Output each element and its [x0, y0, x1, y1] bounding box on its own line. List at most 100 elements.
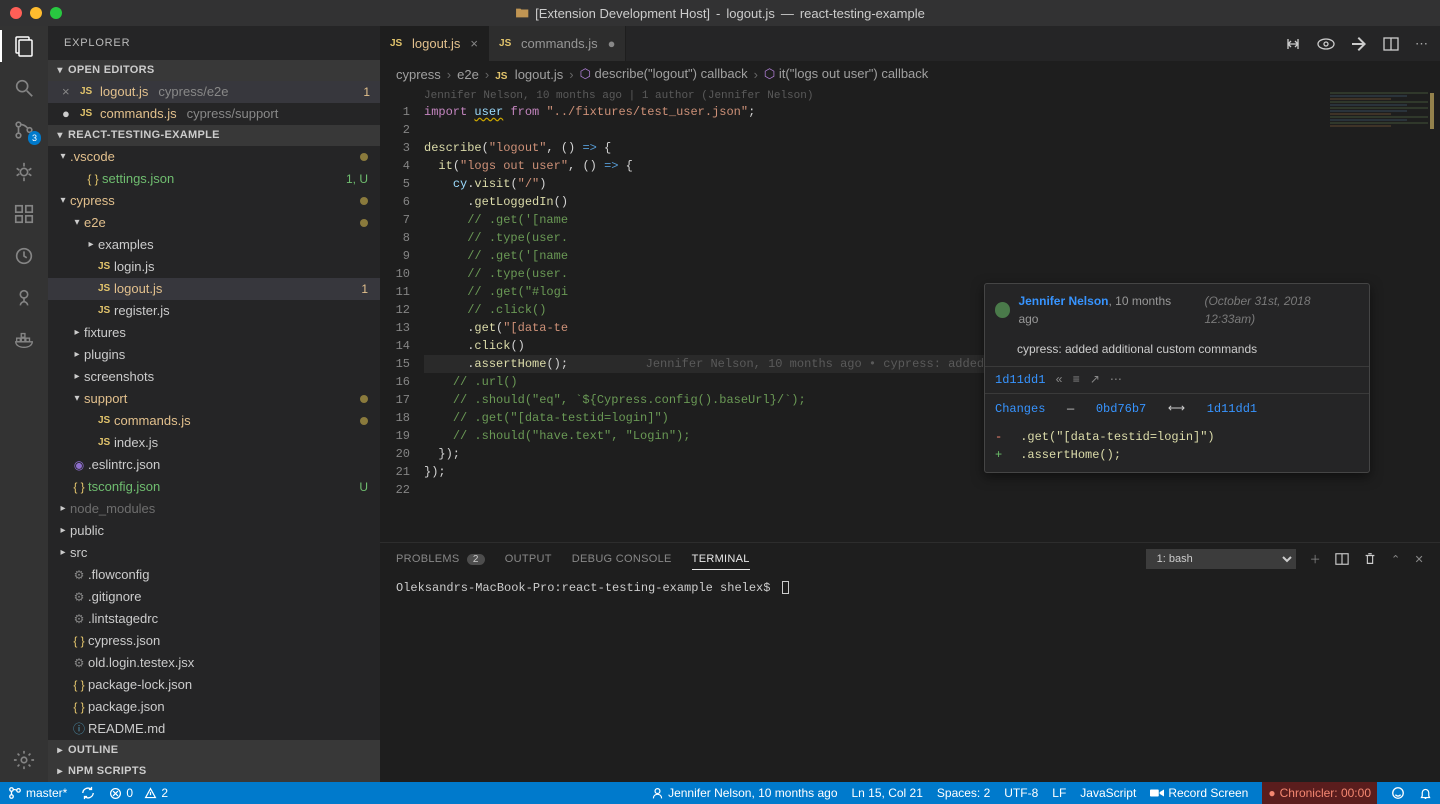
close-window[interactable]	[10, 7, 22, 19]
indentation[interactable]: Spaces: 2	[937, 786, 990, 800]
tab-problems[interactable]: PROBLEMS 2	[396, 553, 485, 565]
folder-item[interactable]: ▸screenshots	[48, 366, 380, 388]
close-icon[interactable]: ×	[62, 84, 76, 99]
code-line[interactable]	[424, 121, 1310, 139]
folder-item[interactable]: ▸src	[48, 542, 380, 564]
compare-changes-icon[interactable]	[1285, 36, 1301, 52]
file-item[interactable]: { }package.json	[48, 696, 380, 718]
folder-item[interactable]: ▾cypress	[48, 190, 380, 212]
code-line[interactable]: cy.visit("/")	[424, 175, 1310, 193]
list-icon[interactable]: ≡	[1073, 371, 1080, 389]
toggle-file-blame-icon[interactable]	[1317, 37, 1335, 51]
file-item[interactable]: JSregister.js	[48, 300, 380, 322]
tab-terminal[interactable]: TERMINAL	[692, 553, 750, 570]
breadcrumb-item[interactable]: ⬡ it("logs out user") callback	[764, 66, 928, 82]
project-header[interactable]: ▾ REACT-TESTING-EXAMPLE	[48, 125, 380, 146]
feedback-icon[interactable]	[1391, 786, 1405, 800]
minimize-window[interactable]	[30, 7, 42, 19]
file-item[interactable]: ⚙.lintstagedrc	[48, 608, 380, 630]
file-item[interactable]: JSlogin.js	[48, 256, 380, 278]
maximize-panel-icon[interactable]: ⌃	[1391, 553, 1401, 566]
commit-hash[interactable]: 1d11dd1	[995, 371, 1045, 389]
folder-item[interactable]: ▸examples	[48, 234, 380, 256]
open-editor-item[interactable]: ×JSlogout.jscypress/e2e1	[48, 81, 380, 103]
folder-item[interactable]: ▸node_modules	[48, 498, 380, 520]
file-item[interactable]: ⚙.gitignore	[48, 586, 380, 608]
cursor-position[interactable]: Ln 15, Col 21	[852, 786, 923, 800]
folder-item[interactable]: ▸public	[48, 520, 380, 542]
file-item[interactable]: ⓘREADME.md	[48, 718, 380, 740]
tab-output[interactable]: OUTPUT	[505, 553, 552, 565]
sync-icon[interactable]	[81, 786, 95, 800]
settings-icon[interactable]	[12, 748, 36, 772]
code-line[interactable]	[424, 481, 1310, 499]
file-item[interactable]: ⚙.flowconfig	[48, 564, 380, 586]
scm-icon[interactable]: 3	[12, 118, 36, 142]
folder-item[interactable]: ▸fixtures	[48, 322, 380, 344]
chronicler-status[interactable]: ● Chronicler: 00:00	[1262, 782, 1377, 804]
breadcrumb[interactable]: cypress›e2e›JS logout.js›⬡ describe("log…	[380, 61, 1440, 87]
file-item[interactable]: JScommands.js	[48, 410, 380, 432]
git-branch[interactable]: master*	[8, 786, 67, 800]
explorer-icon[interactable]	[12, 34, 36, 58]
open-changes-icon[interactable]	[1351, 36, 1367, 52]
npm-scripts-header[interactable]: ▸ NPM SCRIPTS	[48, 761, 380, 782]
tab-debug-console[interactable]: DEBUG CONSOLE	[572, 553, 672, 565]
more-actions-icon[interactable]: ⋯	[1415, 36, 1428, 52]
eol[interactable]: LF	[1052, 786, 1066, 800]
more-icon[interactable]: ⋯	[1110, 371, 1122, 389]
gitlens-icon[interactable]	[12, 286, 36, 310]
terminal-body[interactable]: Oleksandrs-MacBook-Pro:react-testing-exa…	[380, 575, 1440, 782]
maximize-window[interactable]	[50, 7, 62, 19]
blame-status[interactable]: Jennifer Nelson, 10 months ago	[651, 786, 837, 800]
extensions-icon[interactable]	[12, 202, 36, 226]
language-mode[interactable]: JavaScript	[1080, 786, 1136, 800]
terminal-selector[interactable]: 1: bash	[1146, 549, 1296, 569]
test-icon[interactable]	[12, 244, 36, 268]
folder-item[interactable]: ▾support	[48, 388, 380, 410]
new-terminal-icon[interactable]: ＋	[1310, 551, 1321, 567]
file-item[interactable]: { }tsconfig.jsonU	[48, 476, 380, 498]
split-editor-icon[interactable]	[1383, 36, 1399, 52]
breadcrumb-item[interactable]: cypress	[396, 67, 441, 82]
docker-icon[interactable]	[12, 328, 36, 352]
open-editor-item[interactable]: ●JScommands.jscypress/support	[48, 103, 380, 125]
breadcrumb-item[interactable]: ⬡ describe("logout") callback	[580, 66, 748, 82]
code-line[interactable]: // .get('[name	[424, 247, 1310, 265]
file-item[interactable]: JSlogout.js1	[48, 278, 380, 300]
file-item[interactable]: ◉.eslintrc.json	[48, 454, 380, 476]
code-line[interactable]: // .type(user.	[424, 229, 1310, 247]
code-line[interactable]: it("logs out user", () => {	[424, 157, 1310, 175]
folder-item[interactable]: ▾e2e	[48, 212, 380, 234]
trash-icon[interactable]	[1363, 552, 1377, 566]
code-line[interactable]: // .type(user.	[424, 265, 1310, 283]
breadcrumb-item[interactable]: JS logout.js	[495, 67, 563, 82]
outline-header[interactable]: ▸ OUTLINE	[48, 740, 380, 761]
hash-cur[interactable]: 1d11dd1	[1207, 402, 1257, 416]
breadcrumb-item[interactable]: e2e	[457, 67, 479, 82]
file-item[interactable]: ⚙old.login.testex.jsx	[48, 652, 380, 674]
open-external-icon[interactable]: ↗	[1090, 371, 1100, 389]
code-line[interactable]: describe("logout", () => {	[424, 139, 1310, 157]
encoding[interactable]: UTF-8	[1004, 786, 1038, 800]
record-screen[interactable]: Record Screen	[1150, 786, 1248, 800]
folder-item[interactable]: ▾.vscode	[48, 146, 380, 168]
notifications-icon[interactable]	[1419, 787, 1432, 800]
open-editors-header[interactable]: ▾ OPEN EDITORS	[48, 60, 380, 81]
search-icon[interactable]	[12, 76, 36, 100]
file-item[interactable]: { }cypress.json	[48, 630, 380, 652]
file-item[interactable]: { }settings.json1, U	[48, 168, 380, 190]
code-area[interactable]: Jennifer Nelson, 10 months ago | 1 autho…	[380, 87, 1440, 542]
code-line[interactable]: import user from "../fixtures/test_user.…	[424, 103, 1310, 121]
file-item[interactable]: JSindex.js	[48, 432, 380, 454]
close-panel-icon[interactable]: ✕	[1414, 553, 1424, 566]
debug-icon[interactable]	[12, 160, 36, 184]
code-line[interactable]: .getLoggedIn()	[424, 193, 1310, 211]
code-line[interactable]: // .get('[name	[424, 211, 1310, 229]
close-tab-icon[interactable]: ×	[470, 36, 478, 51]
editor-tab[interactable]: JScommands.js●	[489, 26, 626, 61]
file-item[interactable]: { }package-lock.json	[48, 674, 380, 696]
changes-label[interactable]: Changes	[995, 402, 1045, 416]
folder-item[interactable]: ▸plugins	[48, 344, 380, 366]
hash-prev[interactable]: 0bd76b7	[1096, 402, 1146, 416]
